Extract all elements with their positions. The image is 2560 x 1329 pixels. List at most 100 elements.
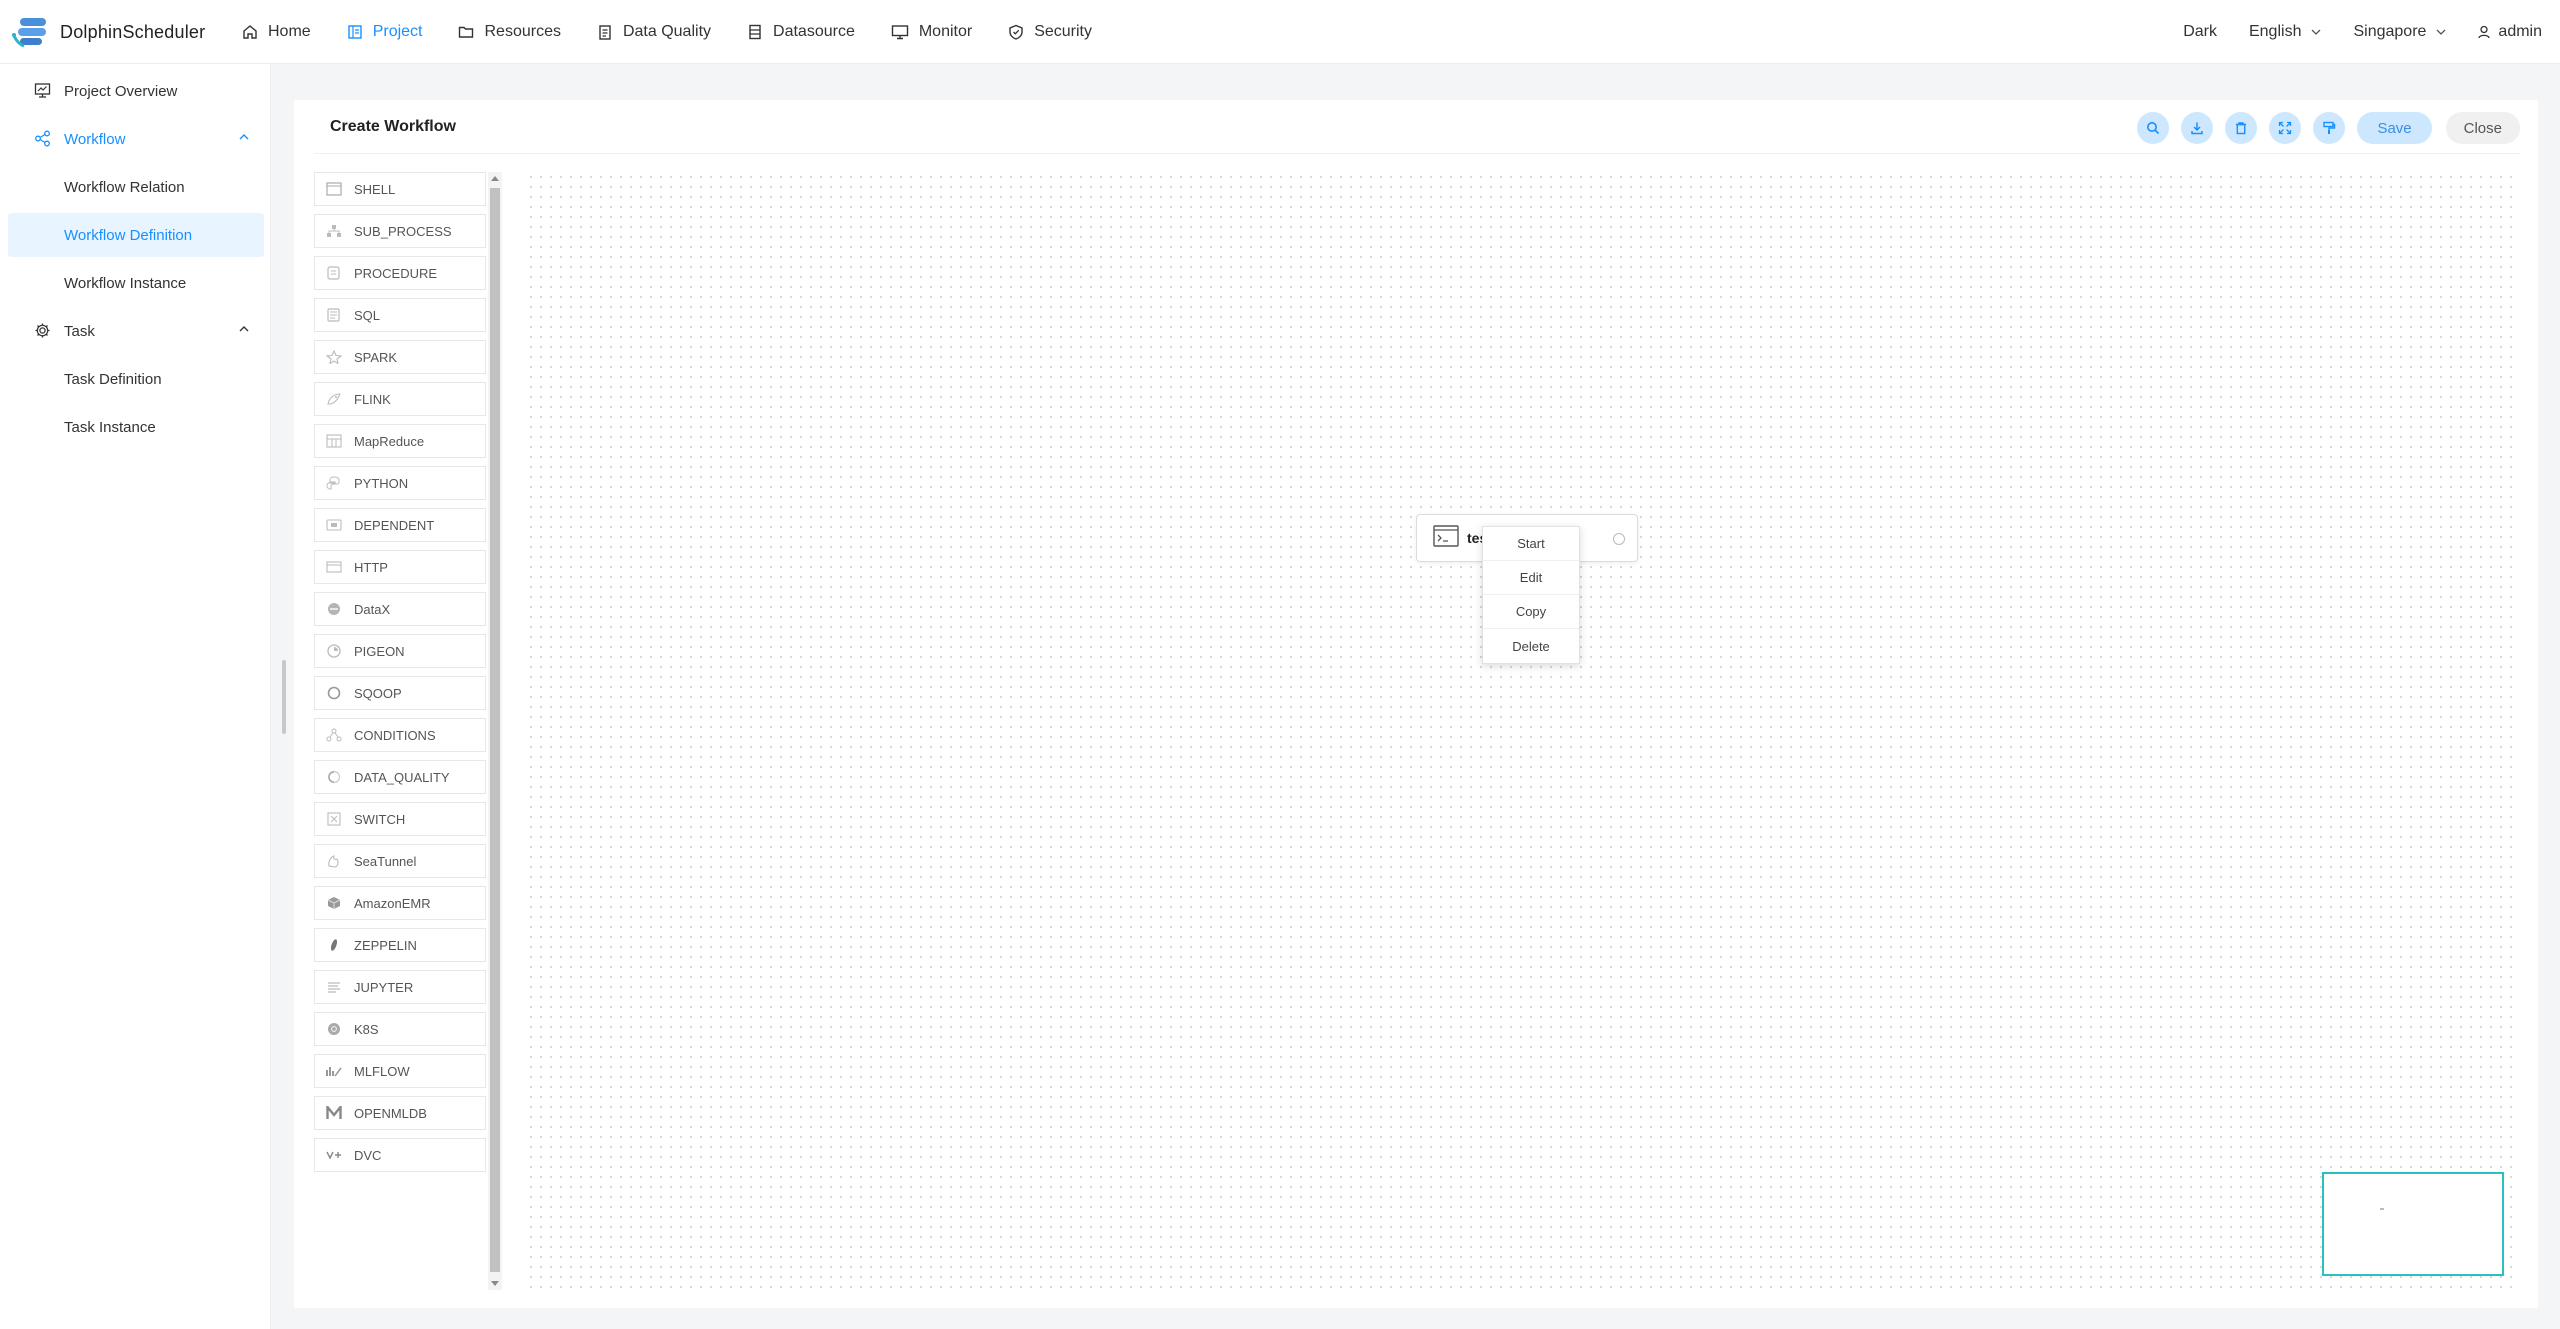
theme-toggle[interactable]: Dark [2167,23,2233,41]
context-menu-start[interactable]: Start [1483,527,1579,561]
scroll-down-arrow-icon[interactable] [491,1281,499,1286]
context-menu-delete[interactable]: Delete [1483,629,1579,663]
editor-header: Create Workflow Save Close [314,100,2520,154]
nav-home[interactable]: Home [224,0,329,64]
palette-scrollbar-thumb[interactable] [490,188,500,1272]
sidebar-item-task[interactable]: Task [8,309,264,353]
task-type-http[interactable]: HTTP [314,550,486,584]
timezone-select[interactable]: Singapore [2337,23,2462,41]
task-type-label: PYTHON [354,475,409,491]
task-type-openmldb[interactable]: OPENMLDB [314,1096,486,1130]
language-select[interactable]: English [2233,23,2337,41]
node-output-port[interactable] [1613,533,1625,545]
nav-project-label: Project [372,23,423,40]
task-type-spark[interactable]: SPARK [314,340,486,374]
sidebar-item-label: Workflow Definition [64,226,193,244]
app-logo[interactable]: DolphinScheduler [10,14,205,50]
sidebar-item-project-overview[interactable]: Project Overview [8,69,264,113]
task-type-sql[interactable]: SQL [314,298,486,332]
conditions-icon [326,727,342,743]
delete-button[interactable] [2225,112,2258,144]
sidebar-item-label: Project Overview [64,82,178,100]
user-icon [2478,25,2491,39]
nav-datasource-label: Datasource [773,23,855,40]
download-button[interactable] [2181,112,2214,144]
seatunnel-icon [326,853,342,869]
shield-icon [1009,24,1023,40]
scroll-up-arrow-icon[interactable] [491,176,499,181]
sidebar-resize-handle[interactable] [282,660,286,734]
task-type-sub-process[interactable]: SUB_PROCESS [314,214,486,248]
sidebar-item-task-instance[interactable]: Task Instance [8,405,264,449]
sidebar: Project Overview Workflow Workflow Relat… [0,64,271,1329]
monitor-icon [891,25,909,40]
format-button[interactable] [2313,112,2346,144]
task-type-data-quality[interactable]: DATA_QUALITY [314,760,486,794]
nav-resources[interactable]: Resources [440,0,578,64]
procedure-icon [326,265,342,281]
palette-scrollbar[interactable] [488,172,502,1290]
datax-icon [326,601,342,617]
nav-data-quality[interactable]: Data Quality [579,0,729,64]
pigeon-icon [326,643,342,659]
chevron-down-icon [2312,29,2321,35]
search-button[interactable] [2137,112,2170,144]
spark-icon [326,349,342,365]
task-type-zeppelin[interactable]: ZEPPELIN [314,928,486,962]
task-type-k8s[interactable]: K8S [314,1012,486,1046]
save-button[interactable]: Save [2357,112,2432,144]
task-type-conditions[interactable]: CONDITIONS [314,718,486,752]
task-type-amazonemr[interactable]: AmazonEMR [314,886,486,920]
task-type-flink[interactable]: FLINK [314,382,486,416]
sidebar-item-workflow-relation[interactable]: Workflow Relation [8,165,264,209]
task-type-procedure[interactable]: PROCEDURE [314,256,486,290]
sidebar-item-workflow-instance[interactable]: Workflow Instance [8,261,264,305]
task-type-mapreduce[interactable]: MapReduce [314,424,486,458]
task-type-shell[interactable]: SHELL [314,172,486,206]
user-menu[interactable]: admin [2462,23,2560,41]
context-menu-edit[interactable]: Edit [1483,561,1579,595]
task-type-mlflow[interactable]: MLFLOW [314,1054,486,1088]
task-type-label: CONDITIONS [354,727,436,743]
task-type-datax[interactable]: DataX [314,592,486,626]
close-button[interactable]: Close [2445,112,2520,144]
context-menu-copy[interactable]: Copy [1483,595,1579,629]
task-type-label: SQL [354,307,381,323]
main-nav: Home Project Resources Data Quality Data… [224,0,1110,64]
sidebar-item-workflow[interactable]: Workflow [8,117,264,161]
clipboard-icon [599,25,611,40]
fullscreen-button[interactable] [2269,112,2302,144]
task-type-seatunnel[interactable]: SeaTunnel [314,844,486,878]
task-type-jupyter[interactable]: JUPYTER [314,970,486,1004]
nav-datasource[interactable]: Datasource [729,0,873,64]
python-icon [326,475,342,491]
workflow-canvas[interactable]: tes Start Edit Copy Delete [526,172,2520,1290]
node-context-menu: Start Edit Copy Delete [1482,526,1580,664]
app-name: DolphinScheduler [60,21,206,42]
task-type-sqoop[interactable]: SQOOP [314,676,486,710]
sidebar-item-label: Workflow Instance [64,274,187,292]
task-type-python[interactable]: PYTHON [314,466,486,500]
task-type-switch[interactable]: SWITCH [314,802,486,836]
page-title: Create Workflow [330,118,456,135]
task-type-pigeon[interactable]: PIGEON [314,634,486,668]
sidebar-item-task-definition[interactable]: Task Definition [8,357,264,401]
nav-project[interactable]: Project [329,0,441,64]
task-type-label: MLFLOW [354,1063,410,1079]
task-type-label: DataX [354,601,391,617]
nav-security[interactable]: Security [990,0,1110,64]
nav-monitor[interactable]: Monitor [873,0,990,64]
task-type-dvc[interactable]: DVC [314,1138,486,1172]
task-type-label: ZEPPELIN [354,937,417,953]
project-icon [347,25,362,39]
task-type-dependent[interactable]: DEPENDENT [314,508,486,542]
task-type-label: HTTP [354,559,388,575]
editor-toolbar: Save Close [2125,112,2520,144]
sidebar-item-workflow-definition[interactable]: Workflow Definition [8,213,264,257]
task-type-label: SPARK [354,349,398,365]
canvas-minimap[interactable] [2322,1172,2504,1276]
nav-security-label: Security [1034,23,1092,40]
dolphin-logo-icon [10,14,54,50]
nav-monitor-label: Monitor [918,23,973,40]
nav-data-quality-label: Data Quality [622,23,712,40]
